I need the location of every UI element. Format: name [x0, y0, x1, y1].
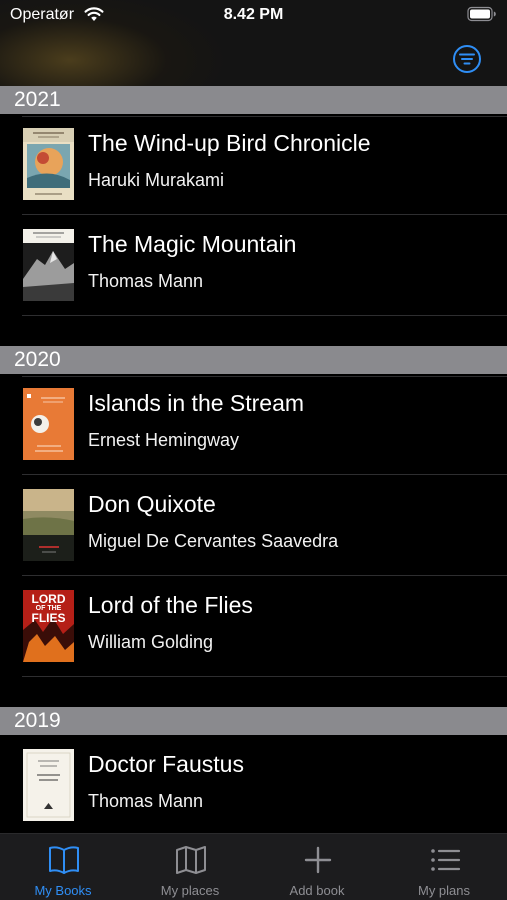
book-title: Don Quixote: [88, 491, 216, 517]
book-row[interactable]: Don Quixote Miguel De Cervantes Saavedra: [0, 475, 507, 576]
cover-title-line-1: LORD: [32, 592, 66, 606]
tab-label: My plans: [417, 883, 471, 898]
tab-my-places[interactable]: My places: [127, 834, 253, 900]
book-cover: LORD OF THE FLIES: [23, 590, 74, 662]
section-header-2021: 2021: [0, 86, 507, 114]
book-row[interactable]: Doctor Faustus Thomas Mann: [0, 735, 507, 836]
tab-label: Add book: [289, 883, 345, 898]
section-header-2020: 2020: [0, 346, 507, 374]
book-author: Ernest Hemingway: [88, 430, 240, 450]
battery-icon: [467, 6, 496, 22]
plus-icon: [304, 846, 332, 874]
open-book-icon: [49, 846, 79, 874]
cover-title-line-3: FLIES: [31, 611, 65, 625]
tab-bar: My Books My places Add book My plans: [0, 833, 507, 900]
book-cover: [23, 128, 74, 200]
filter-lines-icon: [453, 45, 481, 73]
section-header-2019: 2019: [0, 707, 507, 735]
book-author: Miguel De Cervantes Saavedra: [88, 531, 339, 551]
book-cover: [23, 489, 74, 561]
book-title: Doctor Faustus: [88, 751, 244, 777]
book-cover: [23, 229, 74, 301]
tab-label: My places: [160, 883, 220, 898]
book-title: Lord of the Flies: [88, 592, 253, 618]
books-list: 2021 The Wind-up Bird Chronicle Haruki M…: [0, 86, 507, 836]
book-author: Thomas Mann: [88, 271, 204, 291]
list-icon: [431, 849, 461, 871]
map-icon: [176, 846, 206, 874]
book-row[interactable]: Islands in the Stream Ernest Hemingway: [0, 374, 507, 475]
tab-add-book[interactable]: Add book: [254, 834, 380, 900]
status-bar: Operatør 8.42 PM: [0, 0, 507, 30]
book-author: Thomas Mann: [88, 791, 204, 811]
tab-my-books[interactable]: My Books: [0, 834, 126, 900]
book-cover: [23, 388, 74, 460]
tab-my-plans[interactable]: My plans: [381, 834, 507, 900]
tab-label: My Books: [34, 883, 92, 898]
book-title: The Wind-up Bird Chronicle: [88, 130, 371, 156]
book-cover: [23, 749, 74, 821]
book-title: The Magic Mountain: [88, 231, 297, 257]
book-author: Haruki Murakami: [88, 170, 225, 190]
clock-time: 8.42 PM: [223, 6, 284, 23]
filter-button[interactable]: [452, 44, 482, 74]
book-author: William Golding: [88, 632, 214, 652]
app-screen: Operatør 8.42 PM 2021 The Wind-up Bird C…: [0, 0, 507, 900]
book-row[interactable]: The Wind-up Bird Chronicle Haruki Muraka…: [0, 114, 507, 215]
book-row[interactable]: The Magic Mountain Thomas Mann: [0, 215, 507, 316]
book-row[interactable]: LORD OF THE FLIES Lord of the Flies Will…: [0, 576, 507, 677]
book-title: Islands in the Stream: [88, 390, 305, 416]
